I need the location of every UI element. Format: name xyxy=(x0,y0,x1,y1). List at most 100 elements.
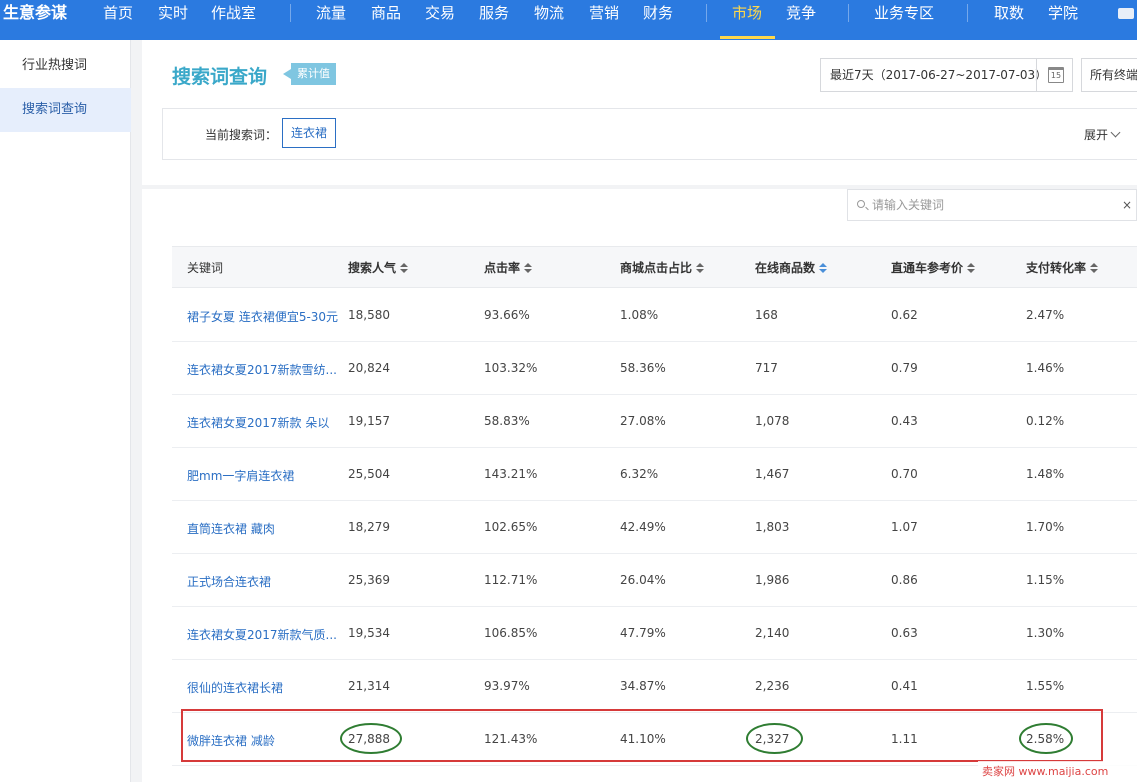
brand-logo[interactable]: 生意参谋 xyxy=(3,0,67,26)
cell-click-rate: 103.32% xyxy=(484,361,538,375)
mail-icon[interactable] xyxy=(1118,8,1134,19)
nav-competition[interactable]: 竞争 xyxy=(786,0,816,26)
header-card: 搜索词查询 累计值 最近7天（2017-06-27~2017-07-03） 15… xyxy=(142,40,1137,185)
nav-product[interactable]: 商品 xyxy=(371,0,401,26)
nav-logistics[interactable]: 物流 xyxy=(534,0,564,26)
cell-mall-click-share: 47.79% xyxy=(620,626,666,640)
cell-ztc-price: 0.43 xyxy=(891,414,918,428)
cell-click-rate: 102.65% xyxy=(484,520,538,534)
nav-service[interactable]: 服务 xyxy=(479,0,509,26)
nav-divider xyxy=(706,4,707,22)
cell-mall-click-share: 58.36% xyxy=(620,361,666,375)
nav-academy[interactable]: 学院 xyxy=(1048,0,1078,26)
cell-click-rate: 93.97% xyxy=(484,679,530,693)
cell-keyword[interactable]: 直筒连衣裙 藏肉 xyxy=(187,520,275,537)
cell-conversion-rate: 1.55% xyxy=(1026,679,1065,693)
nav-active-indicator xyxy=(720,36,775,39)
cell-click-rate: 93.66% xyxy=(484,308,530,322)
cell-online-products: 717 xyxy=(755,361,778,375)
chevron-down-icon xyxy=(1110,127,1121,138)
nav-home[interactable]: 首页 xyxy=(103,0,133,26)
date-divider xyxy=(1036,59,1037,91)
terminal-select[interactable]: 所有终端 xyxy=(1081,58,1137,92)
sort-icon[interactable] xyxy=(524,263,533,273)
nav-finance[interactable]: 财务 xyxy=(643,0,673,26)
cell-online-products: 1,078 xyxy=(755,414,790,428)
cell-conversion-rate: 1.15% xyxy=(1026,573,1065,587)
table-header: 关键词 搜索人气 点击率 商城点击占比 在线商品数 直通车参考价 支付转化率 xyxy=(172,246,1137,288)
search-icon xyxy=(857,200,865,208)
cell-ztc-price: 0.62 xyxy=(891,308,918,322)
col-ztc-price[interactable]: 直通车参考价 xyxy=(891,259,976,276)
table-row: 很仙的连衣裙长裙 21,314 93.97% 34.87% 2,236 0.41 1.55% xyxy=(172,660,1137,713)
cell-online-products: 2,140 xyxy=(755,626,790,640)
highlight-row-box xyxy=(181,709,1103,762)
cell-ztc-price: 0.63 xyxy=(891,626,918,640)
cell-keyword[interactable]: 连衣裙女夏2017新款气质... xyxy=(187,626,337,643)
nav-divider xyxy=(967,4,968,22)
cell-keyword[interactable]: 很仙的连衣裙长裙 xyxy=(187,679,283,696)
results-card: 请输入关键词 × 关键词 搜索人气 点击率 商城点击占比 在线商品数 直通车参考… xyxy=(142,189,1137,782)
sidebar-item-industry-hot-words[interactable]: 行业热搜词 xyxy=(0,44,131,88)
nav-realtime[interactable]: 实时 xyxy=(158,0,188,26)
table-row: 连衣裙女夏2017新款 朵以 19,157 58.83% 27.08% 1,078 0.4… xyxy=(172,395,1137,448)
current-keyword-bar: 当前搜索词： 连衣裙 展开 xyxy=(162,108,1137,160)
col-click-rate[interactable]: 点击率 xyxy=(484,259,533,276)
cell-mall-click-share: 34.87% xyxy=(620,679,666,693)
highlight-circle-popularity xyxy=(340,723,402,754)
col-conversion-rate[interactable]: 支付转化率 xyxy=(1026,259,1099,276)
sort-active-icon[interactable] xyxy=(819,263,828,273)
cell-click-rate: 112.71% xyxy=(484,573,538,587)
cell-conversion-rate: 1.30% xyxy=(1026,626,1065,640)
cell-mall-click-share: 6.32% xyxy=(620,467,659,481)
cell-click-rate: 143.21% xyxy=(484,467,538,481)
watermark: 卖家网 www.maijia.com xyxy=(978,761,1137,782)
nav-traffic[interactable]: 流量 xyxy=(316,0,346,26)
cell-keyword[interactable]: 正式场合连衣裙 xyxy=(187,573,271,590)
cell-search-popularity: 25,369 xyxy=(348,573,390,587)
cell-keyword[interactable]: 连衣裙女夏2017新款雪纺... xyxy=(187,361,337,378)
sort-icon[interactable] xyxy=(400,263,409,273)
date-range-picker[interactable]: 最近7天（2017-06-27~2017-07-03） 15 xyxy=(820,58,1073,92)
cell-online-products: 1,986 xyxy=(755,573,790,587)
sort-icon[interactable] xyxy=(1090,263,1099,273)
cell-ztc-price: 0.41 xyxy=(891,679,918,693)
col-search-popularity[interactable]: 搜索人气 xyxy=(348,259,409,276)
nav-war-room[interactable]: 作战室 xyxy=(211,0,256,26)
current-keyword-tag[interactable]: 连衣裙 xyxy=(282,118,337,148)
cell-keyword[interactable]: 裙子女夏 连衣裙便宜5-30元 xyxy=(187,308,338,325)
nav-transaction[interactable]: 交易 xyxy=(425,0,455,26)
cell-keyword[interactable]: 连衣裙女夏2017新款 朵以 xyxy=(187,414,329,431)
highlight-circle-online-products xyxy=(746,723,803,754)
sidebar-item-search-query[interactable]: 搜索词查询 xyxy=(0,88,131,132)
nav-marketing[interactable]: 营销 xyxy=(589,0,619,26)
calendar-icon[interactable]: 15 xyxy=(1048,67,1064,83)
table-row: 连衣裙女夏2017新款雪纺... 20,824 103.32% 58.36% 717 0.… xyxy=(172,342,1137,395)
nav-business-zone[interactable]: 业务专区 xyxy=(874,0,934,26)
table-row: 正式场合连衣裙 25,369 112.71% 26.04% 1,986 0.86 1.15% xyxy=(172,554,1137,607)
cell-search-popularity: 25,504 xyxy=(348,467,390,481)
cell-search-popularity: 18,580 xyxy=(348,308,390,322)
keyword-search-input[interactable]: 请输入关键词 × xyxy=(847,189,1137,221)
cell-click-rate: 58.83% xyxy=(484,414,530,428)
nav-divider xyxy=(290,4,291,22)
top-nav: 生意参谋 首页 实时 作战室 流量 商品 交易 服务 物流 营销 财务 市场 竞… xyxy=(0,0,1137,40)
cell-ztc-price: 1.07 xyxy=(891,520,918,534)
cell-conversion-rate: 1.46% xyxy=(1026,361,1065,375)
sort-icon[interactable] xyxy=(696,263,705,273)
date-range-text: 最近7天（2017-06-27~2017-07-03） xyxy=(830,68,1048,82)
expand-toggle[interactable]: 展开 xyxy=(1084,126,1121,143)
current-keyword-label: 当前搜索词： xyxy=(205,128,278,142)
col-online-products[interactable]: 在线商品数 xyxy=(755,259,828,276)
cell-online-products: 2,236 xyxy=(755,679,790,693)
cell-keyword[interactable]: 肥mm一字肩连衣裙 xyxy=(187,467,294,484)
cell-mall-click-share: 27.08% xyxy=(620,414,666,428)
clear-icon[interactable]: × xyxy=(1122,190,1132,220)
sort-icon[interactable] xyxy=(967,263,976,273)
nav-market[interactable]: 市场 xyxy=(732,0,762,26)
cell-search-popularity: 19,534 xyxy=(348,626,390,640)
col-mall-click-share[interactable]: 商城点击占比 xyxy=(620,259,705,276)
cell-search-popularity: 18,279 xyxy=(348,520,390,534)
cell-conversion-rate: 2.47% xyxy=(1026,308,1065,322)
nav-data-fetch[interactable]: 取数 xyxy=(994,0,1024,26)
